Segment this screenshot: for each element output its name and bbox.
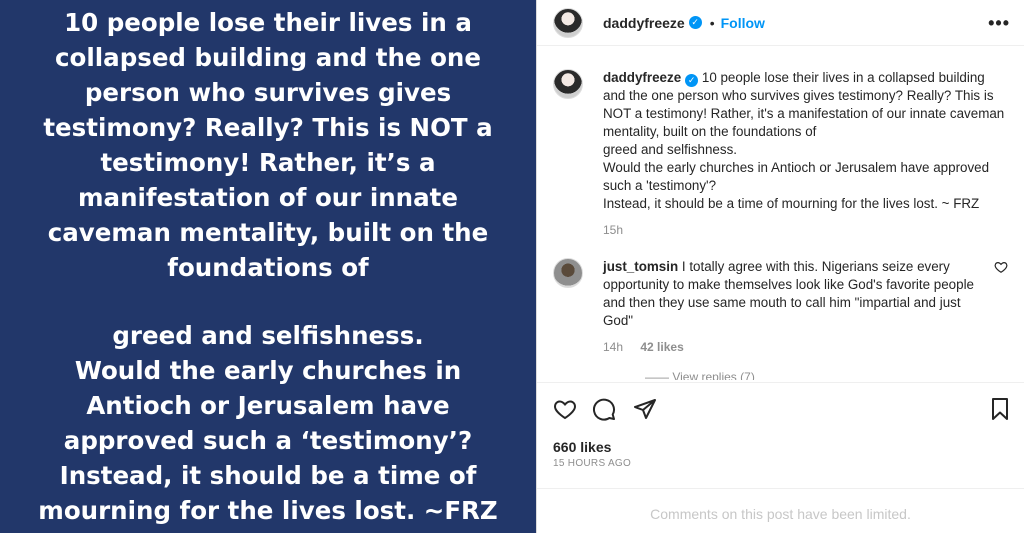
image-text-line: person who survives gives [84,78,452,107]
caption-body: daddyfreeze ✓ 10 people lose their lives … [603,57,1008,239]
caption-username[interactable]: daddyfreeze [603,70,681,85]
comment-body: just_tomsin I totally agree with this. N… [603,246,978,356]
image-text-line: mourning for the lives lost. ~FRZ [38,496,498,525]
avatar[interactable] [553,7,583,38]
image-text-line: Instead, it should be a time of [59,461,477,490]
image-text-line: manifestation of our innate [78,183,458,212]
comment-icon[interactable] [592,397,616,421]
caption-text: greed and selfishness. [603,142,737,157]
comment-username[interactable]: just_tomsin [603,259,678,274]
image-text-line: collapsed building and the one [55,43,481,72]
verified-badge-icon: ✓ [688,16,702,29]
view-replies-link[interactable]: —— View replies (7) [645,370,755,380]
post-side-panel: daddyfreeze ✓ • Follow ••• daddyfreeze ✓ … [536,0,1024,533]
bookmark-icon[interactable] [988,397,1012,421]
post-timestamp[interactable]: 15 HOURS AGO [553,458,631,469]
post-actions: 660 likes 15 HOURS AGO Comments on this … [537,382,1024,532]
post-header: daddyfreeze ✓ • Follow ••• [537,0,1024,46]
comment-time[interactable]: 14h [603,340,623,354]
comment-meta: 14h 42 likes [603,338,978,356]
comments-limited-notice: Comments on this post have been limited. [537,488,1024,533]
likes-count[interactable]: 660 likes [553,439,611,455]
header-username[interactable]: daddyfreeze [603,15,685,31]
caption-meta: 15h [603,221,1008,239]
action-icons [553,397,1012,423]
comments-list[interactable]: daddyfreeze ✓ 10 people lose their lives … [537,57,1024,380]
comment-like-heart-icon[interactable] [994,260,1008,274]
image-text-line: approved such a ‘testimony’? [63,426,473,455]
share-icon[interactable] [633,397,657,421]
image-text-line: Antioch or Jerusalem have [86,391,450,420]
verified-badge-icon: ✓ [685,74,699,87]
image-text-line: Would the early churches in [74,356,462,385]
image-text-line: testimony! Rather, it’s a [100,148,436,177]
comment-likes[interactable]: 42 likes [640,340,683,354]
caption: daddyfreeze ✓ 10 people lose their lives … [553,57,1008,239]
caption-text: Would the early churches in Antioch or J… [603,160,990,193]
caption-text: Instead, it should be a time of mourning… [603,196,980,211]
separator-dot: • [709,14,715,31]
caption-time[interactable]: 15h [603,223,623,237]
image-text-line: 10 people lose their lives in a [64,8,472,37]
image-text-line: greed and selfishness. [112,321,424,350]
image-text-line: testimony? Really? This is NOT a [43,113,493,142]
post-image: 10 people lose their lives in a collapse… [0,0,536,533]
follow-button[interactable]: Follow [721,15,765,31]
heart-icon[interactable] [553,397,577,421]
image-text-line: foundations of [167,253,369,282]
image-text-line: caveman mentality, built on the [47,218,489,247]
avatar[interactable] [553,258,583,288]
avatar[interactable] [553,69,583,99]
comment: just_tomsin I totally agree with this. N… [553,246,1008,356]
more-options-icon[interactable]: ••• [988,13,1010,34]
